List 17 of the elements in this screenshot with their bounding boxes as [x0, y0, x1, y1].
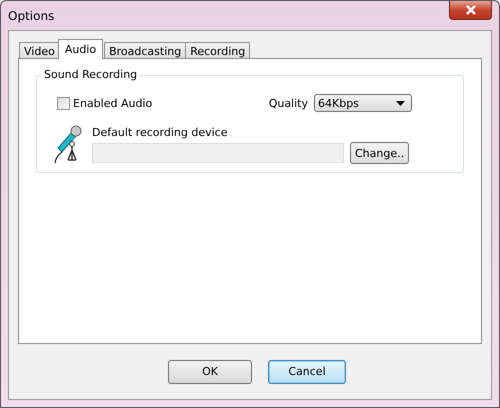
window-title: Options: [8, 9, 54, 23]
change-button[interactable]: Change..: [350, 142, 410, 164]
quality-label: Quality: [268, 96, 308, 110]
close-icon: [464, 5, 478, 15]
device-label: Default recording device: [92, 126, 228, 139]
microphone-icon: [54, 124, 82, 164]
tab[interactable]: Broadcasting: [104, 42, 186, 59]
checkbox[interactable]: [57, 96, 70, 110]
group-title: Sound Recording: [42, 68, 140, 81]
dropdown-arrow-icon: [396, 100, 405, 106]
dialog-button[interactable]: Cancel: [268, 360, 346, 384]
tab[interactable]: Recording: [185, 42, 250, 59]
dialog-button[interactable]: OK: [168, 360, 252, 384]
checkbox-label: Enabled Audio: [73, 96, 152, 110]
quality-dropdown[interactable]: 64Kbps: [314, 94, 412, 112]
tab[interactable]: Audio: [58, 39, 104, 59]
close-button[interactable]: [449, 1, 492, 20]
